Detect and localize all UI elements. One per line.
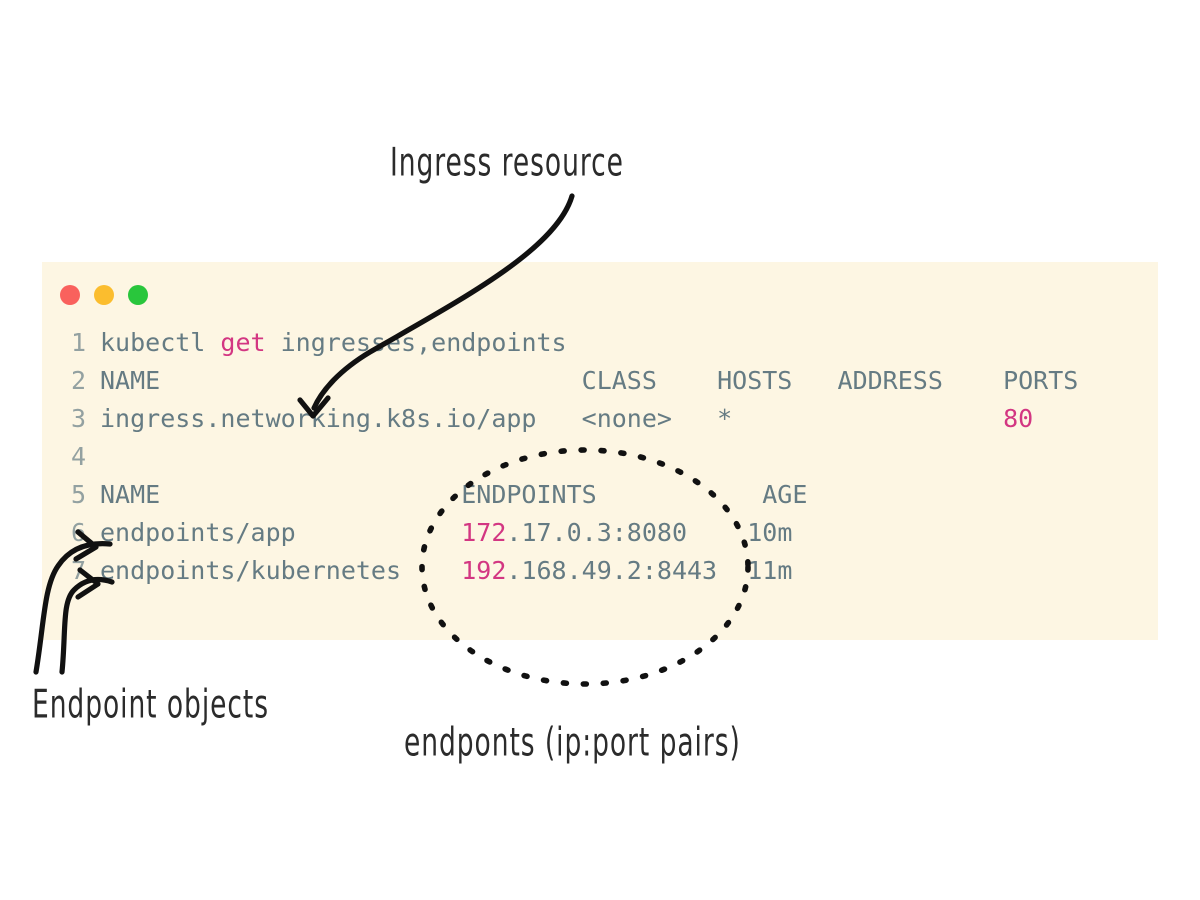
annotation-ingress-label: Ingress resource bbox=[390, 140, 624, 186]
code-segment: endpoints/kubernetes bbox=[100, 556, 462, 585]
line-number: 6 bbox=[70, 518, 86, 547]
code-segment: 192 bbox=[461, 556, 507, 585]
code-line: 3 ingress.networking.k8s.io/app <none> * … bbox=[42, 400, 1158, 438]
code-segment: ingresses,endpoints bbox=[265, 328, 567, 357]
code-segment: kubectl bbox=[100, 328, 221, 357]
annotation-endpoints-pairs-label: endponts (ip:port pairs) bbox=[404, 720, 741, 766]
code-line: 5 NAME ENDPOINTS AGE bbox=[42, 476, 1158, 514]
maximize-button[interactable] bbox=[128, 285, 148, 305]
line-number: 2 bbox=[70, 366, 86, 395]
annotation-endpoint-objects-label: Endpoint objects bbox=[32, 682, 269, 728]
terminal-code-area[interactable]: 1 kubectl get ingresses,endpoints 2 NAME CL… bbox=[42, 324, 1158, 590]
code-line: 6 endpoints/app 172.17.0.3:8080 10m bbox=[42, 514, 1158, 552]
line-number: 4 bbox=[70, 442, 86, 471]
code-segment: 172 bbox=[461, 518, 507, 547]
screenshot-root: 1 kubectl get ingresses,endpoints 2 NAME CL… bbox=[0, 0, 1200, 900]
code-line: 7 endpoints/kubernetes 192.168.49.2:8443 … bbox=[42, 552, 1158, 590]
close-button[interactable] bbox=[60, 285, 80, 305]
code-segment: 80 bbox=[1003, 404, 1034, 433]
line-number: 7 bbox=[70, 556, 86, 585]
terminal-window: 1 kubectl get ingresses,endpoints 2 NAME CL… bbox=[42, 262, 1158, 640]
code-line: 2 NAME CLASS HOSTS ADDRESS PORTS bbox=[42, 362, 1158, 400]
terminal-titlebar bbox=[42, 262, 1158, 324]
code-line: 4 bbox=[42, 438, 1158, 476]
code-segment: .17.0.3:8080 10m bbox=[506, 518, 793, 547]
code-segment: get bbox=[220, 328, 266, 357]
code-segment: NAME ENDPOINTS AGE bbox=[100, 480, 808, 509]
code-segment: ingress.networking.k8s.io/app <none> * bbox=[100, 404, 1004, 433]
line-number: 1 bbox=[70, 328, 86, 357]
code-line: 1 kubectl get ingresses,endpoints bbox=[42, 324, 1158, 362]
minimize-button[interactable] bbox=[94, 285, 114, 305]
line-number: 3 bbox=[70, 404, 86, 433]
code-segment: NAME CLASS HOSTS ADDRESS PORTS bbox=[100, 366, 1079, 395]
line-number: 5 bbox=[70, 480, 86, 509]
code-segment: endpoints/app bbox=[100, 518, 462, 547]
code-segment: .168.49.2:8443 11m bbox=[506, 556, 793, 585]
